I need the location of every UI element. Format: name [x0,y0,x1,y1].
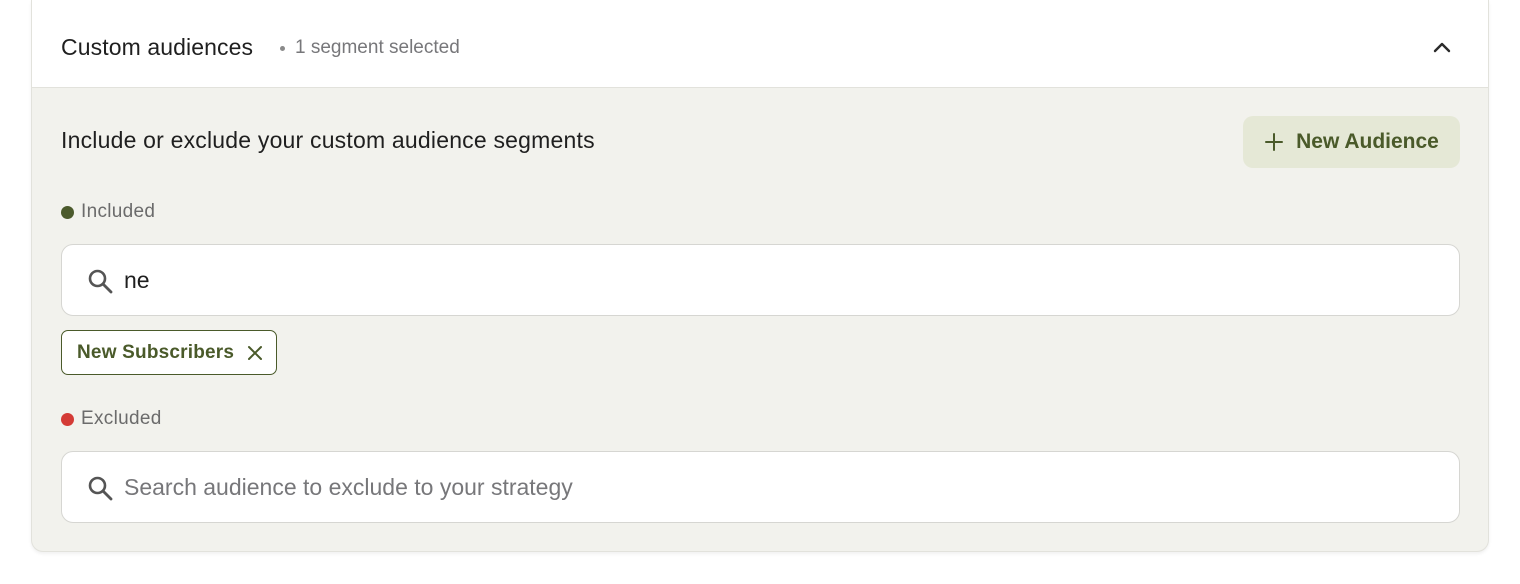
included-label: Included [61,201,155,223]
close-icon[interactable] [246,344,264,362]
plus-icon [1265,133,1284,151]
new-audience-label: New Audience [1296,130,1439,153]
search-icon [88,476,113,501]
custom-audiences-header[interactable]: Custom audiences 1 segment selected [32,0,1488,88]
excluded-search-box[interactable] [61,451,1460,523]
section-description: Include or exclude your custom audience … [61,127,595,153]
included-search-box[interactable] [61,244,1460,316]
search-icon [88,269,113,294]
new-audience-button[interactable]: New Audience [1243,116,1460,168]
selected-count: 1 segment selected [295,37,460,58]
separator-dot [280,46,285,51]
chip-label: New Subscribers [77,341,235,363]
included-label-text: Included [81,201,156,222]
excluded-label: Excluded [61,408,162,430]
custom-audiences-card: Custom audiences 1 segment selected Incl… [31,0,1489,552]
chevron-up-icon[interactable] [1430,36,1454,60]
excluded-search-input[interactable] [124,452,1424,522]
excluded-label-text: Excluded [81,408,162,429]
excluded-status-dot [61,412,74,426]
included-chip-new-subscribers: New Subscribers [61,330,278,375]
included-search-input[interactable] [124,245,1424,315]
included-status-dot [61,205,74,219]
section-title: Custom audiences [61,34,254,60]
